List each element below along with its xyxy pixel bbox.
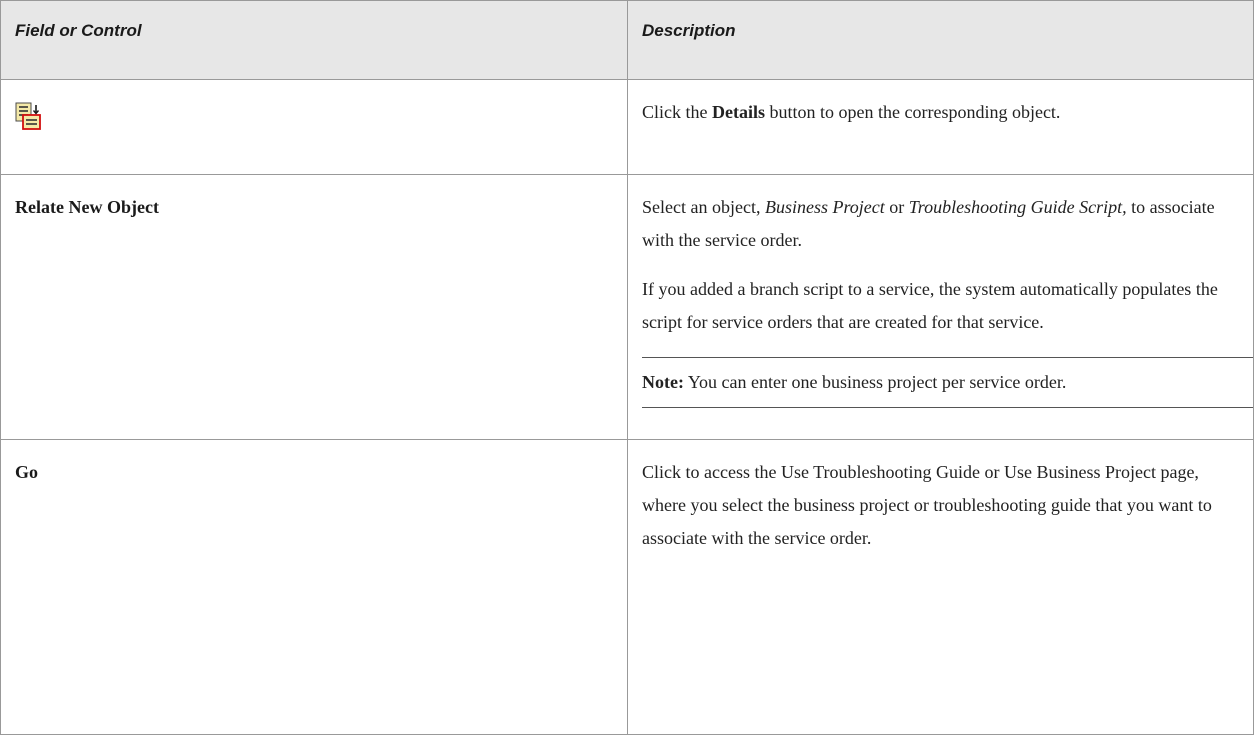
details-description: Click the Details button to open the cor… <box>642 102 1061 122</box>
table-row: Go Click to access the Use Troubleshooti… <box>0 439 1254 735</box>
details-icon[interactable] <box>15 102 41 130</box>
relate-object-description: Select an object, Business Project or Tr… <box>642 197 1215 250</box>
field-description-table: Field or Control Description Click the D… <box>0 0 1254 735</box>
branch-script-description: If you added a branch script to a servic… <box>642 279 1218 332</box>
table-row: Relate New Object Select an object, Busi… <box>0 174 1254 440</box>
table-row: Click the Details button to open the cor… <box>0 79 1254 175</box>
note-box: Note: You can enter one business project… <box>642 357 1253 408</box>
header-field-or-control: Field or Control <box>0 0 628 80</box>
note-text: You can enter one business project per s… <box>683 372 1067 392</box>
field-name-go: Go <box>15 462 39 482</box>
go-description: Click to access the Use Troubleshooting … <box>642 462 1212 548</box>
description-cell: Click to access the Use Troubleshooting … <box>627 439 1254 735</box>
header-description: Description <box>627 0 1254 80</box>
field-cell: Relate New Object <box>0 174 628 440</box>
description-cell: Click the Details button to open the cor… <box>627 79 1254 175</box>
field-cell <box>0 79 628 175</box>
description-cell: Select an object, Business Project or Tr… <box>627 174 1254 440</box>
field-name-relate-new-object: Relate New Object <box>15 197 159 217</box>
field-cell: Go <box>0 439 628 735</box>
note-label: Note: <box>642 372 684 392</box>
table-header-row: Field or Control Description <box>0 0 1254 80</box>
